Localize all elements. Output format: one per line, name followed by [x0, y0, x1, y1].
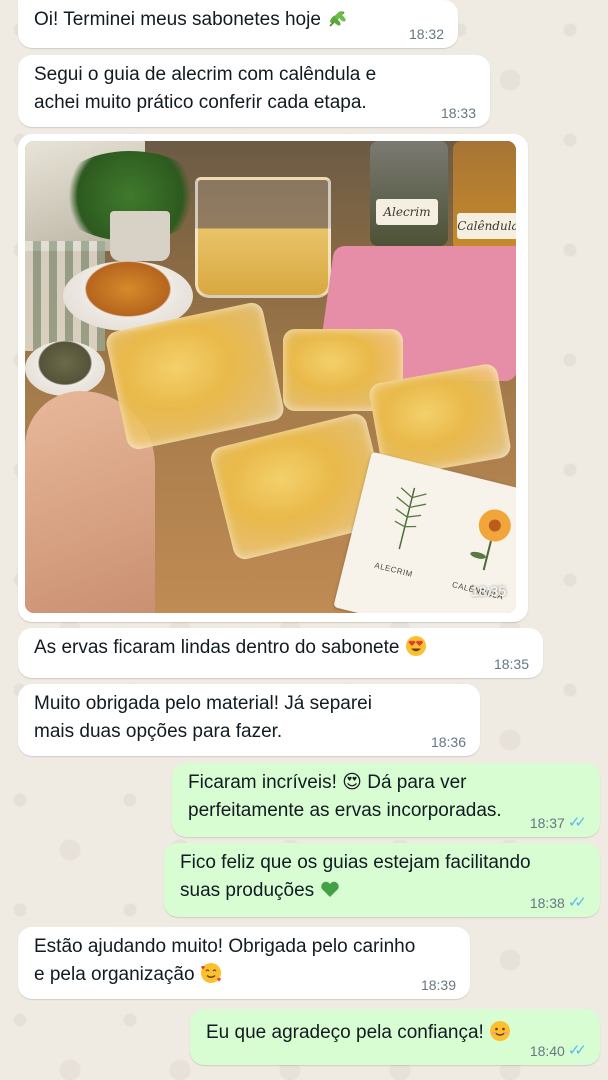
measuring-jug — [195, 177, 331, 298]
message-time: 18:35 — [493, 656, 529, 672]
calendula-jar: Calêndula — [453, 141, 516, 251]
message-text: Oi! Terminei meus sabonetes hoje — [34, 9, 321, 30]
double-check-icon: ✓✓ — [567, 894, 587, 911]
message-incoming[interactable]: Estão ajudando muito! Obrigada pelo cari… — [18, 927, 470, 999]
message-time: 18:33 — [440, 105, 476, 121]
message-outgoing[interactable]: Fico feliz que os guias estejam facilita… — [164, 843, 600, 917]
message-incoming[interactable]: As ervas ficaram lindas dentro do sabone… — [18, 628, 543, 678]
message-outgoing[interactable]: Ficaram incríveis! 😍 Dá para ver perfeit… — [172, 763, 600, 837]
message-outgoing[interactable]: Eu que agradeço pela confiança! 18:40 ✓✓ — [190, 1009, 600, 1065]
green-heart-emoji — [321, 881, 340, 897]
message-image[interactable]: Alecrim Calêndula ALECRIM CALÊNDULA 18:3… — [18, 134, 528, 622]
message-text-line: Fico feliz que os guias estejam facilita… — [180, 852, 531, 873]
message-time: 18:39 — [420, 977, 456, 993]
message-time: 18:40 — [529, 1043, 565, 1059]
message-incoming[interactable]: Muito obrigada pelo material! Já separei… — [18, 684, 480, 756]
message-time-group: 18:38 ✓✓ — [529, 894, 587, 912]
message-time-group: 18:37 ✓✓ — [529, 814, 587, 832]
message-text-line: Muito obrigada pelo material! Já separei — [34, 693, 372, 714]
message-text: As ervas ficaram lindas dentro do sabone… — [34, 637, 400, 658]
double-check-icon: ✓✓ — [567, 814, 587, 831]
message-time: 18:38 — [529, 895, 565, 911]
soap-photo[interactable]: Alecrim Calêndula ALECRIM CALÊNDULA 18:3… — [25, 141, 516, 613]
message-time: 18:32 — [408, 26, 444, 42]
message-incoming[interactable]: Oi! Terminei meus sabonetes hoje 18:32 — [18, 0, 458, 48]
message-text-line: mais duas opções para fazer. — [34, 721, 283, 742]
rosemary-drawing — [394, 487, 427, 550]
message-incoming[interactable]: Segui o guia de alecrim com calêndula e … — [18, 55, 490, 127]
message-text-line: Estão ajudando muito! Obrigada pelo cari… — [34, 936, 416, 957]
message-text: Eu que agradeço pela confiança! — [206, 1022, 484, 1043]
message-text-line: Segui o guia de alecrim com calêndula e — [34, 64, 377, 85]
message-text-line: Ficaram incríveis! 😍 Dá para ver — [188, 772, 467, 793]
message-time: 18:36 — [430, 734, 466, 750]
message-text-line: e pela organização — [34, 964, 195, 985]
heart-eyes-emoji — [405, 636, 426, 656]
rosemary-bowl — [25, 341, 105, 396]
message-time: 18:35 — [470, 583, 506, 599]
message-text-line: achei muito prático conferir cada etapa. — [34, 92, 367, 113]
rosemary-jar: Alecrim — [370, 141, 448, 246]
smile-emoji — [490, 1021, 511, 1041]
double-check-icon: ✓✓ — [567, 1042, 587, 1059]
herb-emoji — [329, 11, 346, 27]
message-time: 18:37 — [529, 815, 565, 831]
message-text-line: suas produções — [180, 880, 315, 901]
smiling-hearts-emoji — [200, 963, 221, 983]
calendula-drawing — [470, 509, 511, 571]
message-text-line: perfeitamente as ervas incorporadas. — [188, 800, 502, 821]
message-time-group: 18:40 ✓✓ — [529, 1042, 587, 1060]
